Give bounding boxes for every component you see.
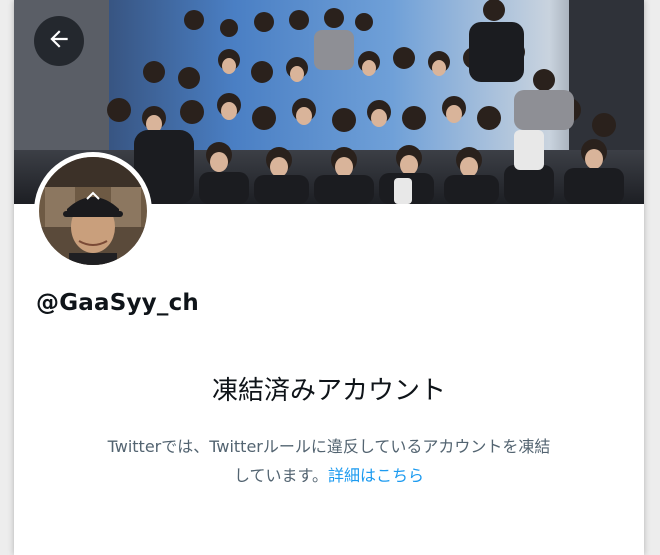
arrow-left-icon xyxy=(46,26,72,56)
notice-line-1: Twitterでは、Twitterルールに違反しているアカウントを凍結 xyxy=(107,437,551,456)
back-button[interactable] xyxy=(34,16,84,66)
profile-card: @GaaSyy_ch 凍結済みアカウント Twitterでは、Twitterルー… xyxy=(14,0,644,555)
suspension-notice: Twitterでは、Twitterルールに違反しているアカウントを凍結 していま… xyxy=(54,432,604,490)
learn-more-link[interactable]: 詳細はこちら xyxy=(328,466,424,485)
avatar xyxy=(34,152,152,270)
username-handle: @GaaSyy_ch xyxy=(36,290,199,316)
suspended-account-title: 凍結済みアカウント xyxy=(211,376,446,406)
notice-line-2: しています。 xyxy=(234,466,328,485)
